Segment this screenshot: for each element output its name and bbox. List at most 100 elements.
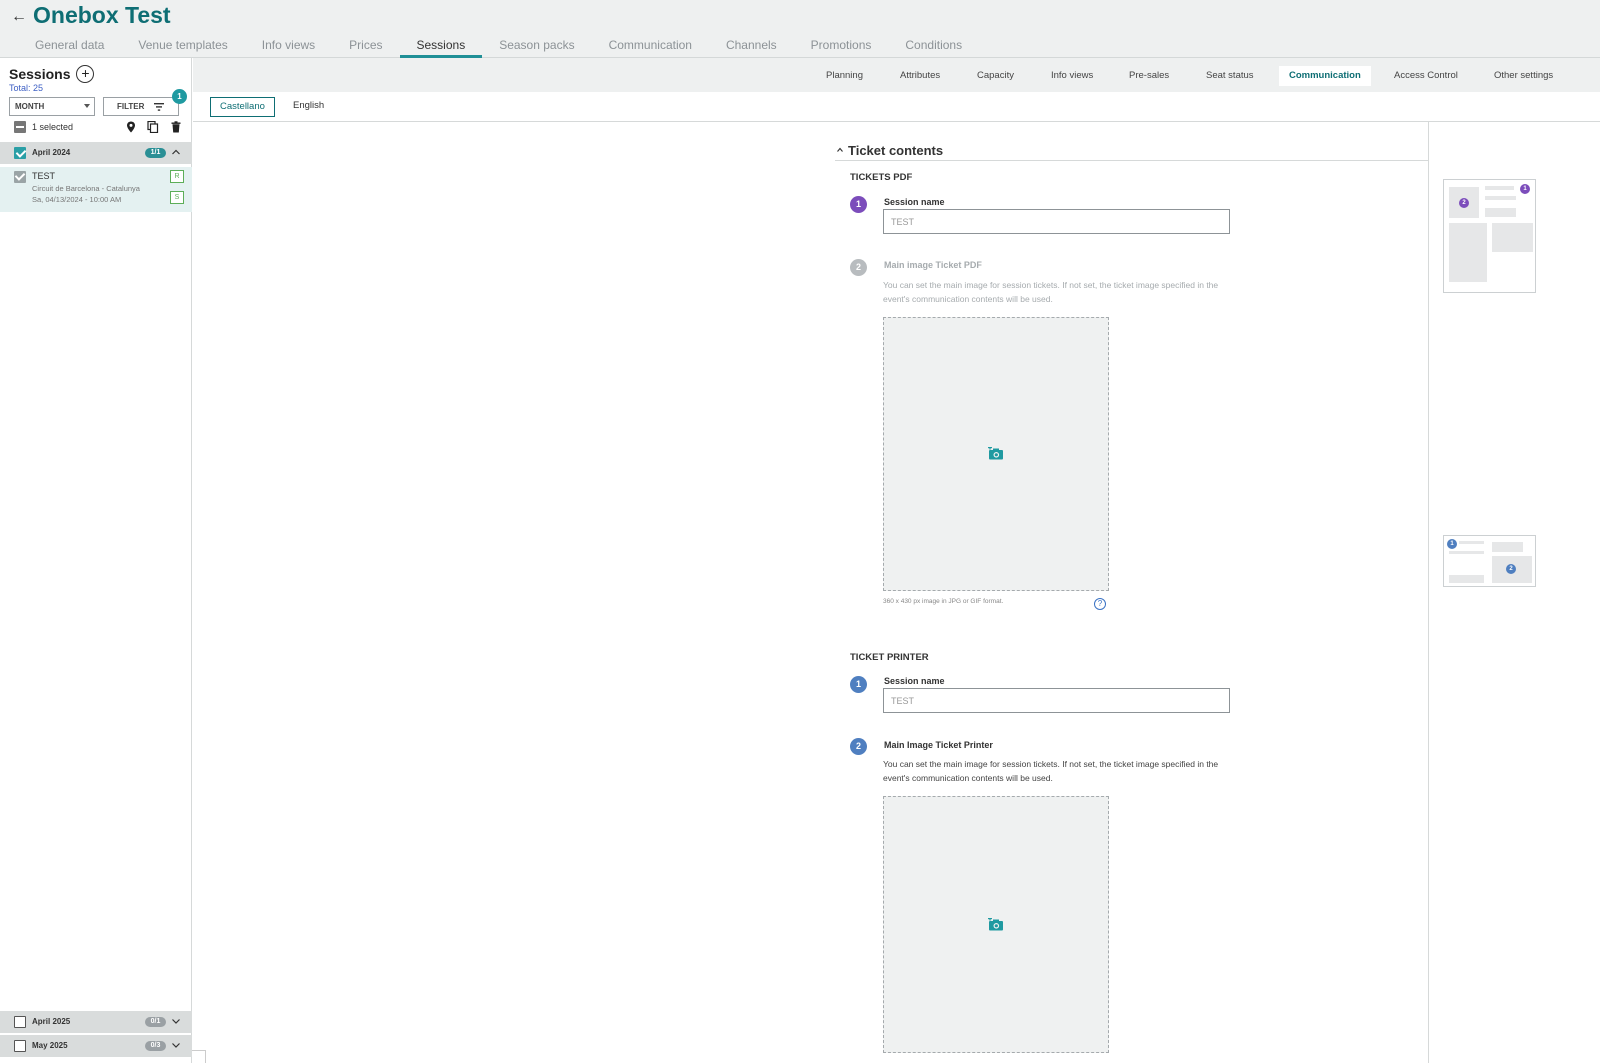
preview-marker: 2	[1459, 198, 1469, 208]
tab-communication[interactable]: Communication	[592, 35, 709, 58]
ticket-contents-header[interactable]: Ticket contents	[835, 141, 1428, 161]
group-checkbox[interactable]	[14, 147, 26, 159]
subtab-seat-status[interactable]: Seat status	[1196, 66, 1264, 86]
subtab-communication[interactable]: Communication	[1279, 66, 1371, 86]
session-date: Sa, 04/13/2024 - 10:00 AM	[32, 195, 122, 204]
printer-session-name-label: Session name	[884, 676, 945, 686]
filter-icon	[154, 103, 164, 111]
collapse-caret-icon[interactable]	[837, 147, 843, 153]
chevron-down-icon[interactable]	[172, 1041, 180, 1049]
chevron-down-icon[interactable]	[172, 1017, 180, 1025]
select-all-checkbox[interactable]	[14, 121, 26, 133]
pdf-session-name-label: Session name	[884, 197, 945, 207]
pdf-main-image-description: You can set the main image for session t…	[883, 280, 1219, 304]
tab-season-packs[interactable]: Season packs	[482, 35, 591, 58]
add-session-button[interactable]: +	[76, 65, 95, 83]
subtab-planning[interactable]: Planning	[816, 66, 873, 86]
preview-marker: 2	[1506, 564, 1516, 574]
copy-icon[interactable]	[147, 121, 159, 133]
session-subtabs: Planning Attributes Capacity Info views …	[193, 58, 1600, 92]
group-label: April 2024	[32, 148, 71, 157]
view-mode-value: MONTH	[15, 102, 45, 111]
ticket-printer-heading: TICKET PRINTER	[850, 652, 929, 663]
preview-line	[1485, 208, 1516, 217]
session-tag-s: S	[170, 191, 184, 204]
delete-icon[interactable]	[170, 121, 182, 133]
filter-button[interactable]: FILTER	[103, 97, 179, 116]
session-list-item[interactable]: TEST Circuit de Barcelona - Catalunya Sa…	[0, 167, 192, 212]
chevron-up-icon[interactable]	[172, 148, 180, 156]
page-title: Onebox Test	[33, 2, 171, 28]
ticket-pdf-preview: 2 1	[1443, 179, 1536, 293]
sessions-total: Total: 25	[9, 83, 44, 93]
preview-marker: 1	[1520, 184, 1530, 194]
tab-prices[interactable]: Prices	[332, 35, 399, 58]
subtab-info-views[interactable]: Info views	[1041, 66, 1103, 86]
tab-sessions[interactable]: Sessions	[399, 35, 483, 58]
subtab-attributes[interactable]: Attributes	[890, 66, 950, 86]
month-group-april-2025[interactable]: April 2025 0/1	[0, 1011, 192, 1033]
printer-step-1-badge: 1	[850, 676, 867, 693]
tab-venue-templates[interactable]: Venue templates	[121, 35, 244, 58]
printer-image-upload-area[interactable]	[883, 796, 1109, 1053]
add-photo-icon[interactable]	[988, 447, 1004, 460]
panel-corner	[192, 1050, 206, 1063]
add-photo-icon[interactable]	[988, 918, 1004, 931]
pdf-image-hint: 360 x 430 px image in JPG or GIF format.	[883, 598, 1004, 605]
preview-image-block	[1492, 223, 1533, 252]
dropdown-caret-icon	[84, 104, 90, 108]
filter-count-badge: 1	[172, 89, 187, 104]
lang-tab-castellano[interactable]: Castellano	[210, 97, 275, 117]
preview-line	[1485, 196, 1516, 200]
selected-count: 1 selected	[32, 122, 74, 132]
pdf-step-1-badge: 1	[850, 196, 867, 213]
printer-step-2-badge: 2	[850, 738, 867, 755]
sidebar-title: Sessions	[9, 66, 71, 82]
location-pin-icon[interactable]	[125, 121, 137, 133]
group-label: April 2025	[32, 1017, 71, 1026]
back-arrow-icon[interactable]: ←	[8, 6, 30, 28]
preview-line	[1449, 575, 1484, 583]
tab-general-data[interactable]: General data	[18, 35, 121, 58]
printer-main-image-description: You can set the main image for session t…	[883, 759, 1219, 783]
pdf-session-name-input[interactable]	[883, 209, 1230, 234]
view-mode-select[interactable]: MONTH	[9, 97, 95, 116]
help-icon[interactable]: ?	[1094, 598, 1106, 610]
group-count-badge: 1/1	[145, 148, 166, 158]
pdf-image-upload-area[interactable]	[883, 317, 1109, 591]
language-tabs: Castellano English	[193, 92, 1600, 122]
preview-image-block	[1449, 223, 1487, 282]
filter-label: FILTER	[117, 102, 145, 111]
preview-marker: 1	[1447, 539, 1457, 549]
pdf-main-image-label: Main image Ticket PDF	[884, 260, 982, 270]
session-checkbox[interactable]	[14, 171, 26, 183]
subtab-capacity[interactable]: Capacity	[967, 66, 1024, 86]
tab-channels[interactable]: Channels	[709, 35, 794, 58]
preview-line	[1485, 186, 1514, 190]
printer-session-name-input[interactable]	[883, 688, 1230, 713]
month-group-april-2024[interactable]: April 2024 1/1	[0, 142, 192, 164]
session-name: TEST	[32, 171, 56, 181]
tab-promotions[interactable]: Promotions	[794, 35, 889, 58]
group-count-badge: 0/1	[145, 1017, 166, 1027]
printer-main-image-label: Main Image Ticket Printer	[884, 740, 993, 750]
group-checkbox[interactable]	[14, 1040, 26, 1052]
sessions-sidebar: Sessions + Total: 25 MONTH FILTER 1 1 se…	[0, 58, 192, 1063]
month-group-may-2025[interactable]: May 2025 0/3	[0, 1035, 192, 1057]
section-title: Ticket contents	[848, 143, 944, 158]
tab-info-views[interactable]: Info views	[245, 35, 332, 58]
lang-tab-english[interactable]: English	[284, 97, 333, 117]
group-label: May 2025	[32, 1041, 68, 1050]
preview-line	[1449, 551, 1484, 554]
subtab-access-control[interactable]: Access Control	[1384, 66, 1468, 86]
subtab-other-settings[interactable]: Other settings	[1484, 66, 1563, 86]
preview-divider	[1428, 122, 1429, 1063]
pdf-step-2-badge: 2	[850, 259, 867, 276]
session-venue: Circuit de Barcelona - Catalunya	[32, 184, 140, 193]
group-checkbox[interactable]	[14, 1016, 26, 1028]
subtab-pre-sales[interactable]: Pre-sales	[1119, 66, 1179, 86]
session-tag-r: R	[170, 170, 184, 183]
tab-conditions[interactable]: Conditions	[888, 35, 979, 58]
preview-line	[1492, 542, 1523, 552]
group-count-badge: 0/3	[145, 1041, 166, 1051]
